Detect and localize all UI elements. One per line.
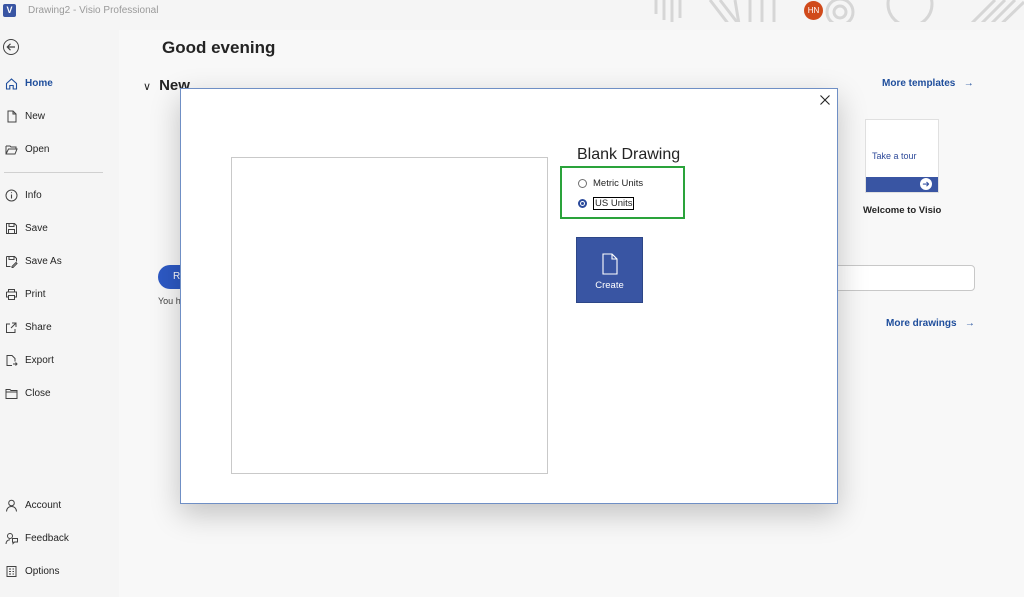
nav-new[interactable]: New xyxy=(0,104,119,128)
window-title: Drawing2 - Visio Professional xyxy=(28,5,159,16)
arrow-right-icon: → xyxy=(959,318,975,329)
chevron-down-icon: ∨ xyxy=(143,81,152,93)
nav-feedback[interactable]: Feedback xyxy=(0,526,119,550)
title-bar-decoration xyxy=(654,0,1024,22)
export-icon xyxy=(4,353,18,367)
nav-print[interactable]: Print xyxy=(0,282,119,306)
nav-label: Print xyxy=(25,288,46,300)
nav-label: Account xyxy=(25,499,62,511)
nav-label: Home xyxy=(25,77,53,89)
greeting-heading: Good evening xyxy=(162,38,276,57)
nav-label: Options xyxy=(25,565,60,577)
nav-label: Close xyxy=(25,387,51,399)
backstage-nav: Home New Open Info Save Save As Print Sh… xyxy=(0,30,119,597)
nav-close[interactable]: Close xyxy=(0,381,119,405)
metric-units-radio[interactable] xyxy=(578,178,587,188)
units-radio-group: Metric Units US Units xyxy=(560,166,685,219)
nav-share[interactable]: Share xyxy=(0,315,119,339)
metric-units-option[interactable]: Metric Units xyxy=(578,176,643,190)
save-as-icon xyxy=(4,254,18,268)
nav-label: Share xyxy=(25,321,52,333)
nav-save-as[interactable]: Save As xyxy=(0,249,119,273)
create-button[interactable]: Create xyxy=(576,237,643,303)
nav-account[interactable]: Account xyxy=(0,493,119,517)
folder-close-icon xyxy=(4,386,18,400)
more-templates-link[interactable]: More templates → xyxy=(882,78,974,89)
arrow-right-icon: → xyxy=(958,78,974,89)
nav-home[interactable]: Home xyxy=(0,71,119,95)
avatar[interactable]: HN xyxy=(804,1,823,20)
us-units-option[interactable]: US Units xyxy=(578,196,635,210)
arrow-left-icon xyxy=(6,43,15,51)
save-icon xyxy=(4,221,18,235)
nav-label: Feedback xyxy=(25,532,69,544)
dialog-title: Blank Drawing xyxy=(577,146,681,163)
feedback-icon xyxy=(4,531,18,545)
back-button[interactable] xyxy=(3,39,19,55)
nav-label: New xyxy=(25,110,46,122)
tour-card-text: Take a tour xyxy=(872,151,917,161)
person-icon xyxy=(4,498,18,512)
more-templates-label: More templates xyxy=(882,78,956,89)
more-drawings-link[interactable]: More drawings → xyxy=(886,318,975,329)
nav-info[interactable]: Info xyxy=(0,183,119,207)
nav-label: Open xyxy=(25,143,50,155)
title-bar: V Drawing2 - Visio Professional HN xyxy=(0,0,1024,22)
home-icon xyxy=(4,76,18,90)
drawing-preview xyxy=(231,157,548,474)
nav-open[interactable]: Open xyxy=(0,137,119,161)
us-units-label: US Units xyxy=(593,196,635,210)
new-document-icon xyxy=(4,109,18,123)
nav-export[interactable]: Export xyxy=(0,348,119,372)
search-input[interactable] xyxy=(819,265,975,291)
nav-label: Save xyxy=(25,222,48,234)
info-icon xyxy=(4,188,18,202)
nav-options[interactable]: Options xyxy=(0,559,119,583)
recent-caption: You h xyxy=(158,296,181,306)
nav-label: Export xyxy=(25,354,54,366)
printer-icon xyxy=(4,287,18,301)
arrow-right-circle-icon: ➜ xyxy=(920,178,932,190)
nav-label: Save As xyxy=(25,255,62,267)
folder-open-icon xyxy=(4,142,18,156)
more-drawings-label: More drawings xyxy=(886,318,957,329)
visio-logo-icon: V xyxy=(3,4,16,17)
blank-drawing-dialog: Blank Drawing Metric Units US Units Crea… xyxy=(180,88,838,504)
document-icon xyxy=(602,253,618,275)
nav-save[interactable]: Save xyxy=(0,216,119,240)
share-icon xyxy=(4,320,18,334)
take-a-tour-card[interactable]: Take a tour ➜ xyxy=(865,119,939,193)
us-units-radio[interactable] xyxy=(578,198,587,208)
metric-units-label: Metric Units xyxy=(593,177,644,189)
nav-label: Info xyxy=(25,189,42,201)
nav-divider xyxy=(4,172,103,173)
create-label: Create xyxy=(595,280,624,291)
close-icon[interactable] xyxy=(817,92,833,108)
tour-card-label: Welcome to Visio xyxy=(863,205,942,216)
options-icon xyxy=(4,564,18,578)
